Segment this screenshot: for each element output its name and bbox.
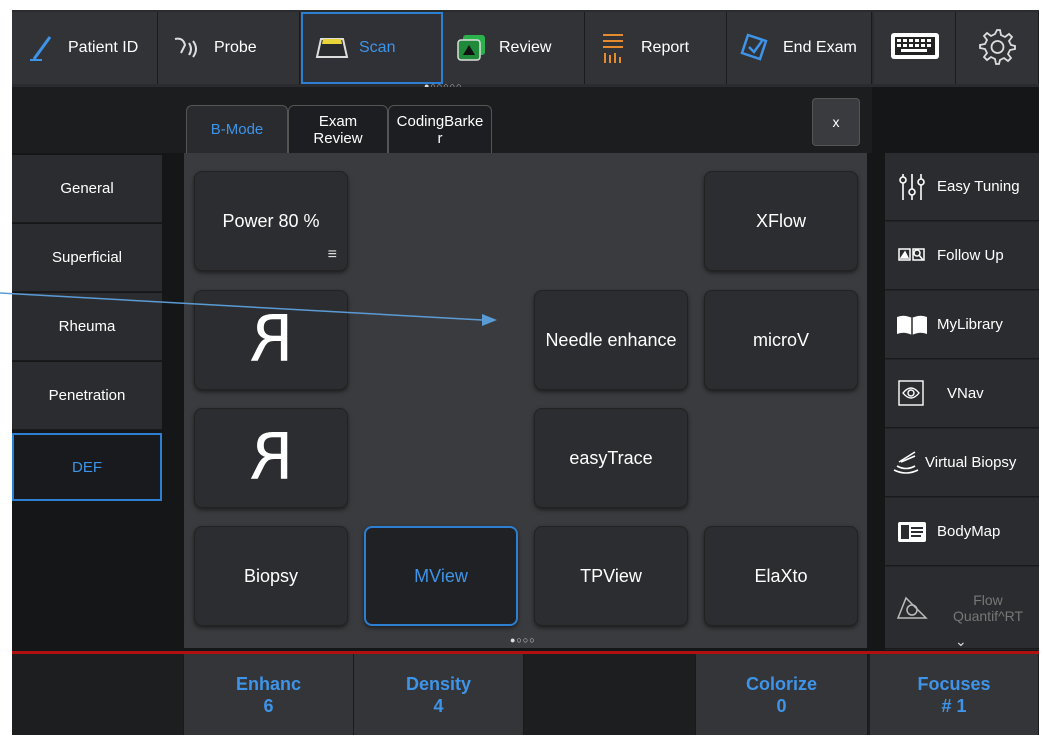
- annotation-arrow: [0, 292, 497, 326]
